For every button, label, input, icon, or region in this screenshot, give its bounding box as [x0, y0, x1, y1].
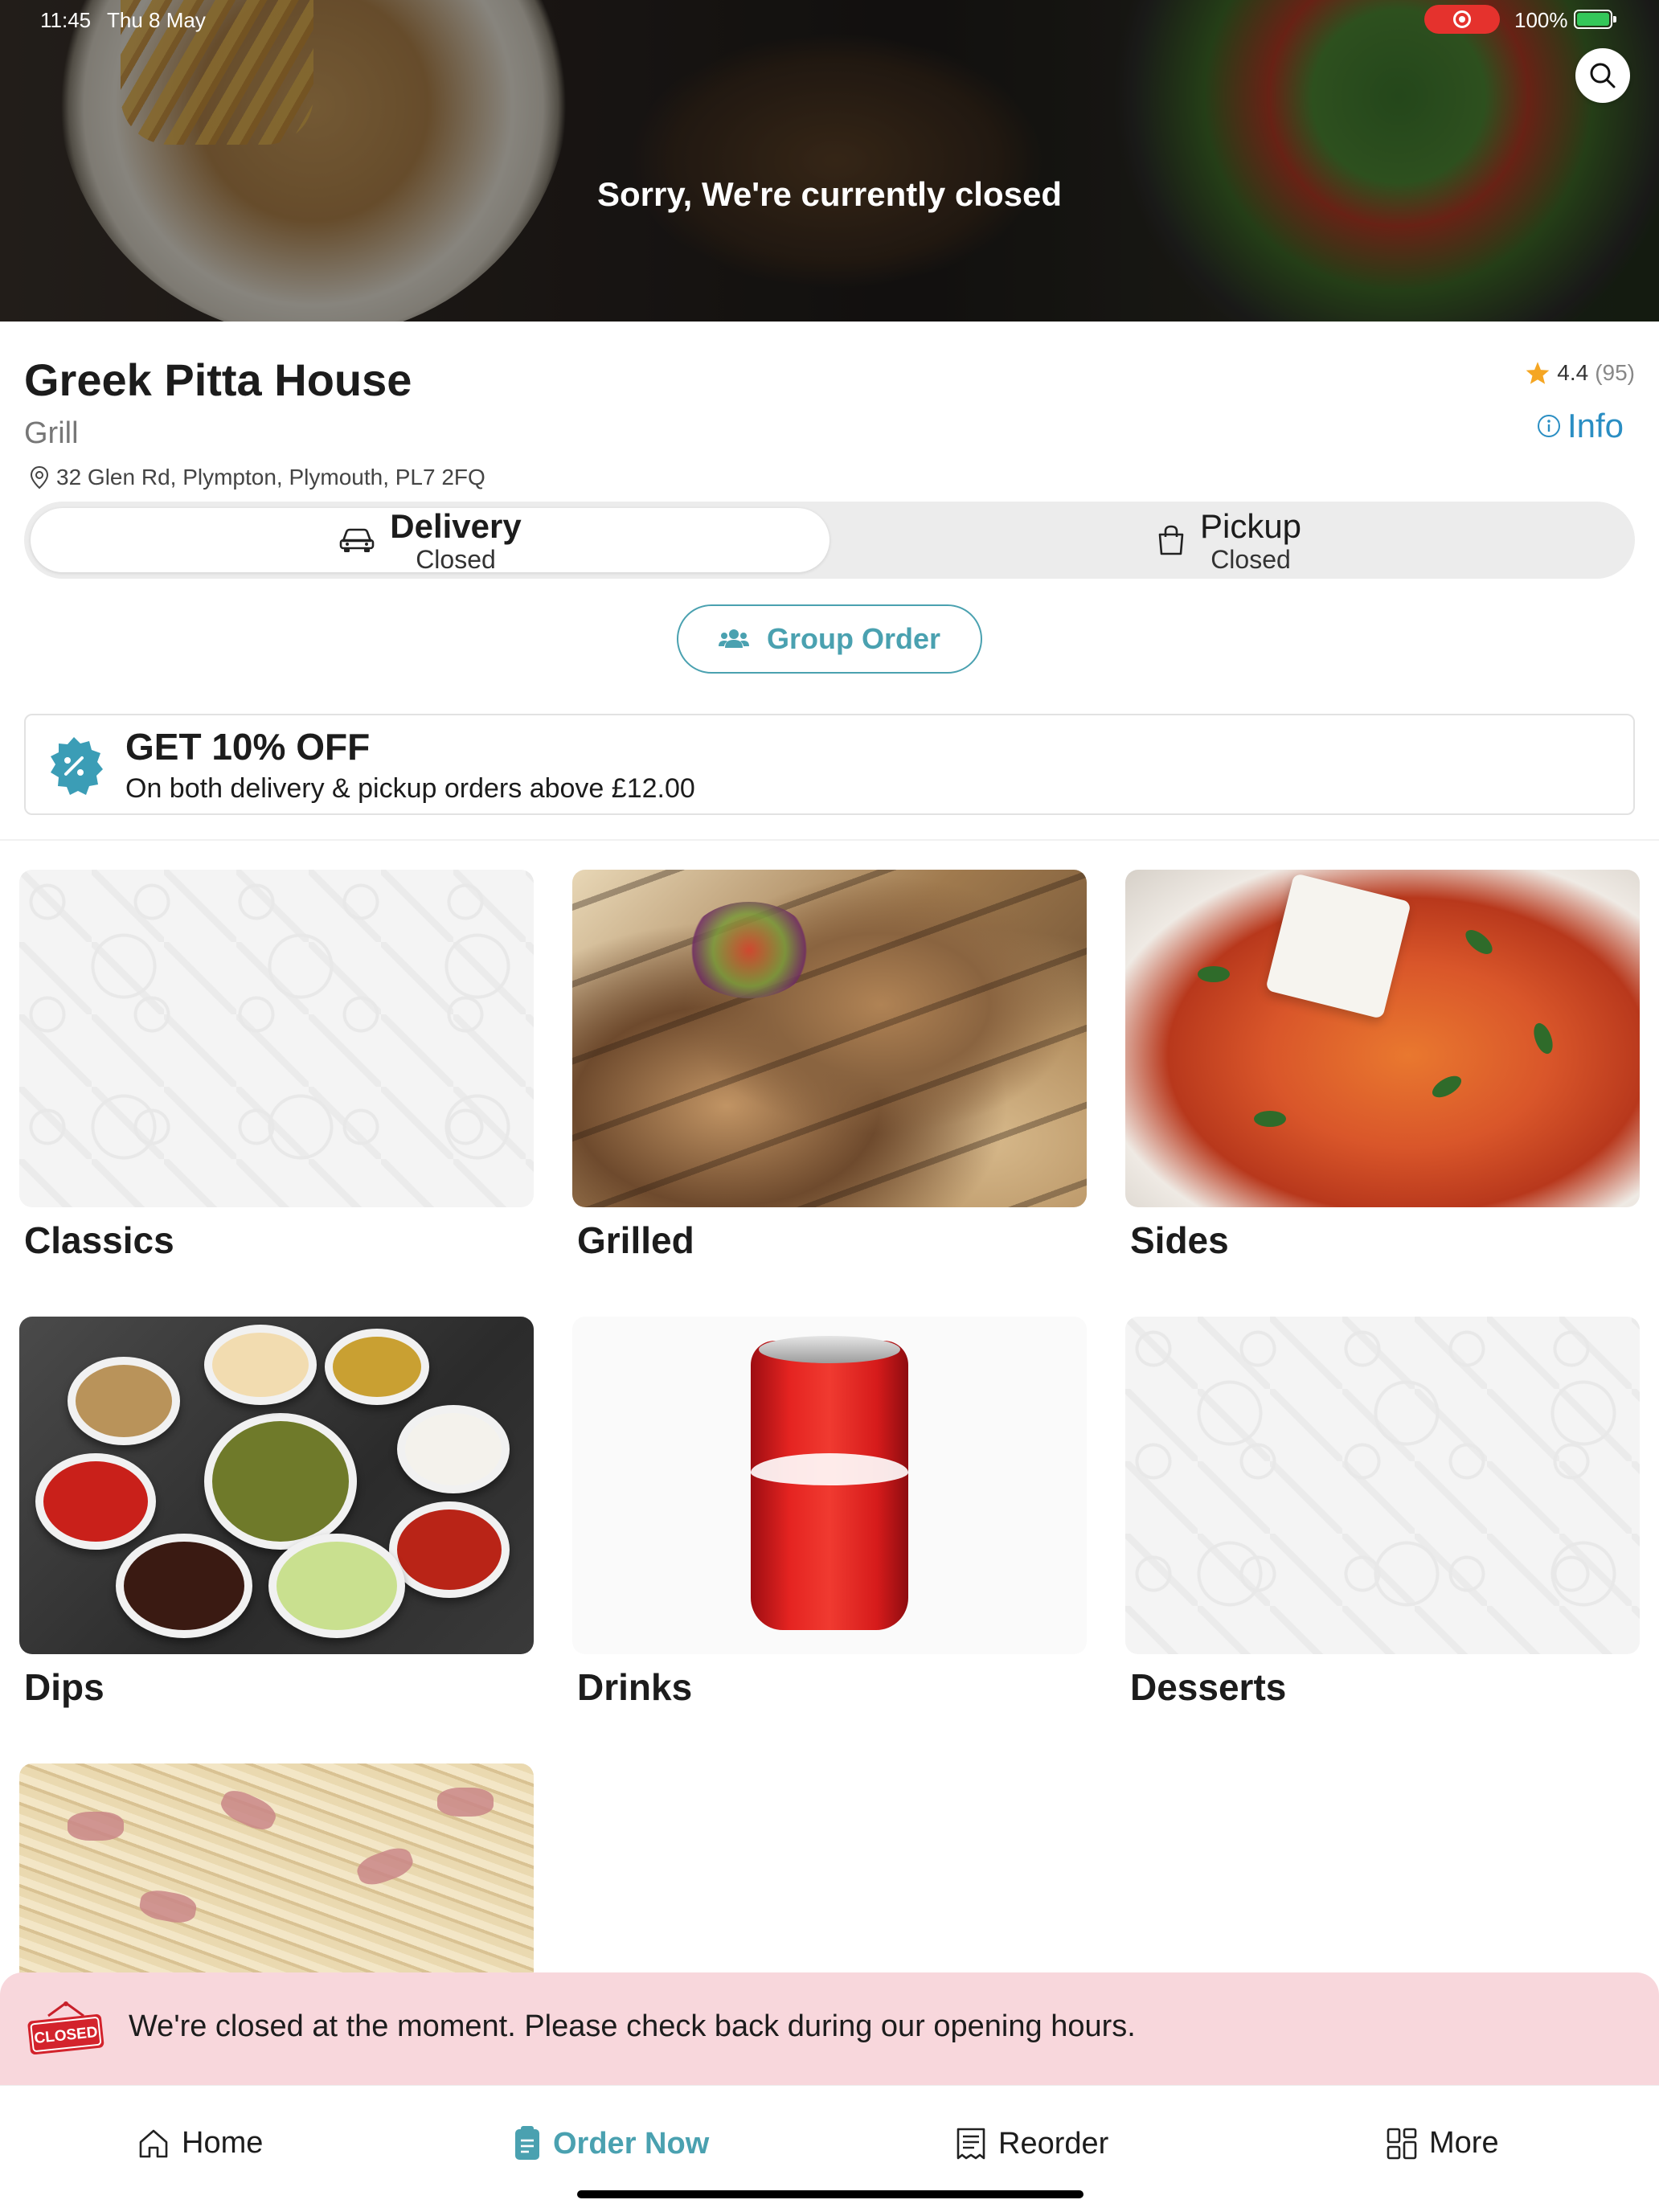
closed-banner: CLOSED We're closed at the moment. Pleas…: [0, 1972, 1659, 2085]
pickup-label: Pickup: [1199, 507, 1302, 545]
receipt-icon: [956, 2128, 985, 2160]
car-icon: [339, 528, 375, 552]
category-image: [19, 1317, 534, 1654]
category-card-classics[interactable]: Classics: [19, 870, 534, 1262]
rating-count: (95): [1595, 360, 1635, 385]
rating-value: 4.4: [1557, 360, 1589, 385]
section-divider: [0, 839, 1659, 841]
nav-more-label: More: [1429, 2126, 1499, 2160]
category-name: Sides: [1130, 1219, 1229, 1261]
search-icon: [1590, 63, 1616, 88]
category-image: [572, 1317, 1087, 1654]
search-button[interactable]: [1575, 48, 1630, 103]
nav-more[interactable]: More: [1386, 2126, 1499, 2161]
pickup-option[interactable]: Pickup Closed: [830, 507, 1628, 574]
bottom-nav: Home Order Now Reorder More: [0, 2085, 1659, 2212]
hero-banner: Sorry, We're currently closed 11:45 Thu …: [0, 0, 1659, 322]
status-time: 11:45: [40, 8, 92, 32]
promo-card[interactable]: GET 10% OFF On both delivery & pickup or…: [24, 714, 1635, 815]
grid-icon: [1387, 2128, 1417, 2159]
restaurant-category: Grill: [24, 416, 79, 450]
nav-reorder-label: Reorder: [998, 2126, 1109, 2161]
star-icon: [1526, 362, 1550, 384]
closed-sign-icon: CLOSED: [27, 2001, 104, 2054]
category-image-placeholder: [19, 870, 534, 1207]
soda-can-image: [751, 1336, 908, 1630]
nav-order-now-label: Order Now: [553, 2126, 710, 2161]
restaurant-name: Greek Pitta House: [24, 354, 412, 405]
nav-order-now[interactable]: Order Now: [513, 2126, 709, 2161]
category-name: Drinks: [577, 1666, 693, 1708]
order-mode-toggle: Delivery Closed Pickup Closed: [24, 502, 1635, 579]
battery-icon: [1574, 10, 1616, 29]
rating: 4.4 (95): [1525, 360, 1635, 386]
info-icon: [1537, 415, 1560, 437]
category-card-grilled[interactable]: Grilled: [572, 870, 1087, 1262]
category-name: Classics: [24, 1219, 174, 1261]
percent-badge-icon: [51, 737, 103, 795]
info-label: Info: [1567, 407, 1624, 444]
closed-notice: Sorry, We're currently closed: [597, 175, 1062, 213]
home-indicator: [577, 2190, 1083, 2198]
category-name: Dips: [24, 1666, 104, 1708]
menu-book-icon: [515, 2126, 539, 2160]
shopping-bag-icon: [1158, 525, 1184, 555]
promo-description: On both delivery & pickup orders above £…: [125, 773, 695, 804]
category-card-desserts[interactable]: Desserts: [1125, 1317, 1640, 1709]
address-text: 32 Glen Rd, Plympton, Plymouth, PL7 2FQ: [56, 465, 485, 490]
group-order-label: Group Order: [766, 622, 941, 655]
restaurant-address: 32 Glen Rd, Plympton, Plymouth, PL7 2FQ: [29, 465, 485, 490]
location-pin-icon: [30, 465, 49, 490]
category-image: [1125, 870, 1640, 1207]
status-date: Thu 8 May: [107, 8, 206, 32]
battery-percent: 100%: [1514, 8, 1568, 32]
category-image-placeholder: [1125, 1317, 1640, 1654]
nav-reorder[interactable]: Reorder: [955, 2126, 1108, 2161]
status-bar: 11:45 Thu 8 May 100%: [0, 0, 1659, 39]
category-card-sides[interactable]: Sides: [1125, 870, 1640, 1262]
people-icon: [718, 629, 749, 648]
nav-home-label: Home: [182, 2126, 264, 2160]
delivery-status: Closed: [416, 545, 496, 574]
nav-home[interactable]: Home: [137, 2126, 263, 2161]
delivery-option[interactable]: Delivery Closed: [31, 507, 830, 574]
promo-title: GET 10% OFF: [125, 726, 371, 768]
delivery-label: Delivery: [390, 507, 522, 545]
screen-recording-icon: [1424, 5, 1500, 34]
category-image: [572, 870, 1087, 1207]
group-order-button[interactable]: Group Order: [677, 604, 982, 674]
category-name: Desserts: [1130, 1666, 1287, 1708]
category-name: Grilled: [577, 1219, 694, 1261]
closed-banner-message: We're closed at the moment. Please check…: [129, 2009, 1136, 2043]
pickup-status: Closed: [1210, 545, 1291, 574]
home-icon: [139, 2129, 168, 2157]
info-link[interactable]: Info: [1537, 407, 1624, 445]
category-card-drinks[interactable]: Drinks: [572, 1317, 1087, 1709]
category-card-dips[interactable]: Dips: [19, 1317, 534, 1709]
